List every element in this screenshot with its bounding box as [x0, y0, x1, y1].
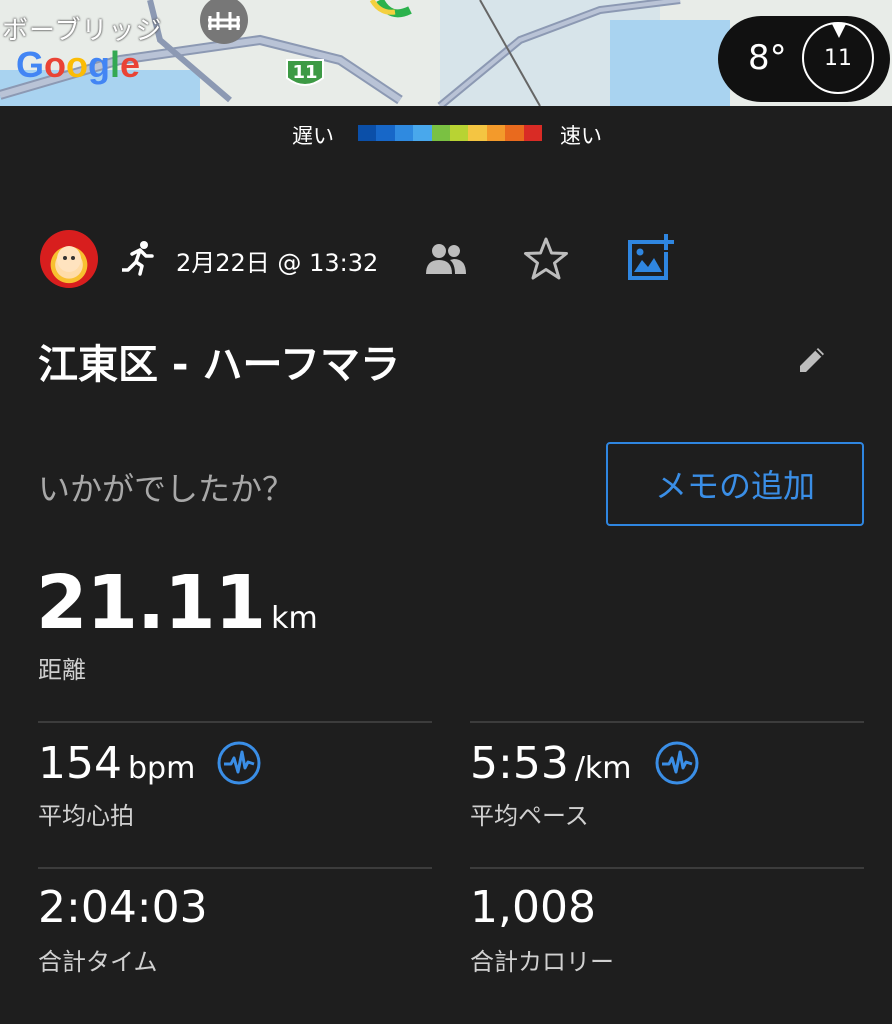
avg-pace-stat[interactable]: 5:53/km — [470, 738, 632, 789]
avg-hr-label: 平均心拍 — [38, 802, 134, 830]
avg-hr-value: 154 — [38, 738, 122, 789]
distance-stat: 21.11 km — [36, 560, 318, 646]
pace-color-swatch — [431, 125, 451, 141]
bridge-marker-icon — [196, 0, 252, 48]
pace-fast-label: 速い — [560, 124, 602, 148]
pace-color-swatch — [450, 125, 469, 141]
heart-rate-chart-icon[interactable] — [216, 740, 262, 786]
distance-unit: km — [271, 601, 318, 636]
divider — [470, 721, 864, 723]
divider — [38, 721, 432, 723]
calories-label: 合計カロリー — [470, 948, 614, 976]
pace-color-swatch — [505, 125, 524, 141]
pace-slow-label: 遅い — [292, 124, 334, 148]
distance-label: 距離 — [38, 656, 86, 684]
wind-speed: 11 — [824, 46, 852, 71]
avg-hr-unit: bpm — [127, 751, 196, 786]
route-number: 11 — [292, 62, 318, 83]
edit-pencil-icon[interactable] — [794, 342, 830, 378]
avatar[interactable] — [40, 230, 98, 288]
calories-stat: 1,008 — [470, 882, 596, 933]
route-map[interactable]: ボーブリッジ Google 11 8° 11 — [0, 0, 892, 106]
avg-pace-unit: /km — [574, 751, 632, 786]
avg-pace-value: 5:53 — [470, 738, 569, 789]
pace-chart-icon[interactable] — [654, 740, 700, 786]
running-icon — [120, 240, 156, 276]
route-shield-icon: 11 — [285, 58, 325, 90]
pace-color-swatch — [376, 125, 395, 141]
total-time-value: 2:04:03 — [38, 882, 208, 933]
divider — [470, 867, 864, 869]
avg-pace-label: 平均ペース — [470, 802, 589, 830]
map-place-label: ボーブリッジ — [2, 16, 163, 46]
temperature: 8° — [748, 38, 787, 78]
total-time-label: 合計タイム — [38, 948, 158, 976]
pace-color-scale — [358, 125, 543, 141]
people-icon[interactable] — [424, 242, 468, 276]
pace-color-swatch — [358, 125, 377, 141]
pace-color-swatch — [413, 125, 432, 141]
add-memo-button[interactable]: メモの追加 — [606, 442, 864, 526]
wind-compass-icon: 11 — [802, 22, 874, 94]
distance-value: 21.11 — [36, 560, 266, 646]
total-time-stat: 2:04:03 — [38, 882, 208, 933]
pace-color-swatch — [468, 125, 487, 141]
pace-color-swatch — [523, 125, 543, 141]
activity-date: 2月22日 @ 13:32 — [176, 249, 379, 277]
star-icon[interactable] — [522, 236, 570, 282]
pace-legend: 遅い 速い — [0, 118, 892, 148]
add-photo-icon[interactable] — [624, 232, 676, 282]
google-logo: Google — [16, 44, 141, 85]
avg-hr-stat[interactable]: 154 bpm — [38, 738, 195, 789]
divider — [38, 867, 432, 869]
feedback-prompt: いかがでしたか？ — [38, 470, 295, 508]
pace-color-swatch — [486, 125, 506, 141]
weather-badge: 8° 11 — [718, 16, 890, 102]
activity-title: 江東区 - ハーフマラ — [38, 342, 401, 388]
calories-value: 1,008 — [470, 882, 596, 933]
pace-color-swatch — [394, 125, 414, 141]
